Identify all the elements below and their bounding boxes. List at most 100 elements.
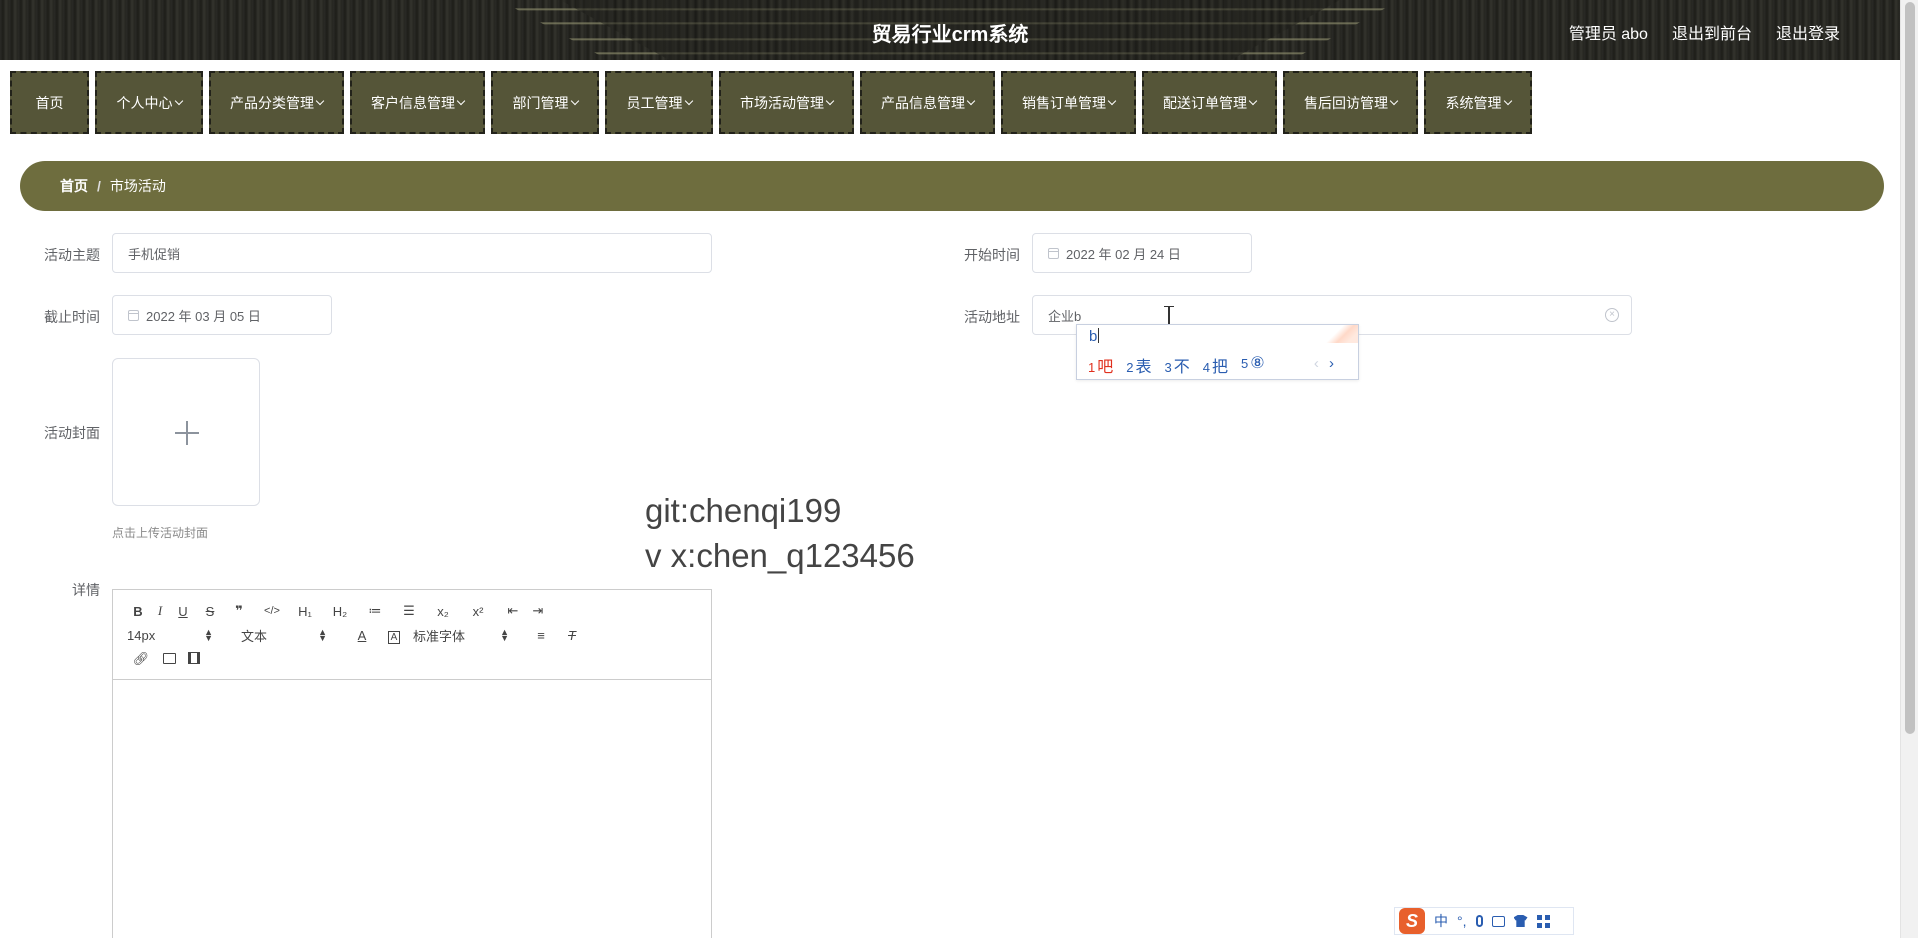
chevron-down-icon (1248, 96, 1258, 105)
select-arrows-icon: ▲ ▼ (318, 627, 327, 643)
editor-toolbar: B I U S ❞ </> H₁ H₂ ≔ ☰ x₂ x² ⇤ ⇥ 14px ▲… (113, 590, 711, 680)
user-area: 管理员 abo 退出到前台 退出登录 (1569, 20, 1840, 44)
page-scrollbar[interactable] (1900, 0, 1918, 938)
outdent-button[interactable]: ⇤ (499, 603, 527, 619)
scrollbar-thumb[interactable] (1905, 2, 1915, 734)
subject-label: 活动主题 (44, 247, 100, 263)
italic-button[interactable]: I (149, 603, 171, 619)
superscript-button[interactable]: x² (457, 604, 499, 619)
ime-prev-page-icon[interactable]: ‹ (1314, 355, 1319, 372)
breadcrumb-separator: / (97, 178, 101, 194)
menu-item-home[interactable]: 首页 (10, 71, 89, 134)
start-time-picker[interactable]: 2022 年 02 月 24 日 (1032, 233, 1252, 273)
end-time-label: 截止时间 (44, 309, 100, 325)
menu-item-sales-order[interactable]: 销售订单管理 (1001, 71, 1136, 134)
font-family-value: 标准字体 (413, 628, 466, 644)
ime-candidate[interactable]: 1吧 (1088, 353, 1113, 377)
calendar-icon (1048, 247, 1059, 259)
menu-item-employee[interactable]: 员工管理 (605, 71, 713, 134)
microphone-icon[interactable] (1475, 915, 1483, 927)
strike-button[interactable]: S (195, 604, 225, 619)
clear-format-icon[interactable]: T (561, 628, 583, 643)
menu-item-personal-center[interactable]: 个人中心 (95, 71, 203, 134)
breadcrumb-home[interactable]: 首页 (60, 176, 88, 196)
font-family-select[interactable]: 标准字体 ▲ ▼ (413, 626, 509, 645)
background-color-icon[interactable]: A (375, 627, 413, 644)
menu-item-after-sales[interactable]: 售后回访管理 (1283, 71, 1418, 134)
ime-candidate[interactable]: 4把 (1203, 353, 1228, 377)
menu-item-market-activity[interactable]: 市场活动管理 (719, 71, 854, 134)
watermark-line-2: v x:chen_q123456 (645, 537, 915, 574)
subscript-button[interactable]: x₂ (429, 604, 457, 619)
ime-candidate-text: 不 (1173, 359, 1190, 376)
top-header: 贸易行业crm系统 管理员 abo 退出到前台 退出登录 (0, 0, 1900, 60)
subject-input[interactable]: 手机促销 (112, 233, 712, 273)
menu-item-system[interactable]: 系统管理 (1424, 71, 1532, 134)
indent-button[interactable]: ⇥ (527, 603, 549, 619)
cover-uploader[interactable] (112, 358, 260, 506)
ime-skin-decoration (1322, 325, 1358, 343)
cover-label: 活动封面 (44, 425, 100, 441)
menu-item-label: 产品信息管理 (881, 94, 965, 111)
video-icon[interactable] (183, 651, 205, 667)
back-to-front-link[interactable]: 退出到前台 (1672, 20, 1752, 44)
ime-next-page-icon[interactable]: › (1329, 355, 1334, 372)
toolbar-row-3: 🔗︎ (127, 649, 205, 669)
menu-item-department[interactable]: 部门管理 (491, 71, 599, 134)
ime-candidate-text: 把 (1211, 359, 1228, 376)
toolbox-icon[interactable] (1536, 914, 1550, 928)
image-icon[interactable] (155, 652, 183, 667)
ime-candidate[interactable]: 5⑧ (1241, 353, 1265, 377)
plus-icon (175, 421, 199, 445)
sogou-logo-icon[interactable]: S (1399, 908, 1425, 934)
menu-item-label: 首页 (35, 94, 64, 111)
menu-item-customer-info[interactable]: 客户信息管理 (350, 71, 485, 134)
ordered-list-button[interactable]: ≔ (361, 603, 389, 619)
end-time-picker[interactable]: 2022 年 03 月 05 日 (112, 295, 332, 335)
admin-user-label[interactable]: 管理员 abo (1569, 20, 1648, 44)
menu-item-label: 销售订单管理 (1022, 94, 1106, 111)
blockquote-button[interactable]: ❞ (225, 603, 253, 619)
menu-item-delivery-order[interactable]: 配送订单管理 (1142, 71, 1277, 134)
link-icon[interactable]: 🔗︎ (127, 651, 155, 667)
clear-icon[interactable]: × (1605, 308, 1619, 322)
detail-label: 详情 (72, 582, 100, 598)
rich-text-editor: B I U S ❞ </> H₁ H₂ ≔ ☰ x₂ x² ⇤ ⇥ 14px ▲… (112, 589, 712, 938)
ime-candidate-list: 1吧 2表 3不 4把 5⑧ (1088, 353, 1265, 377)
header-select[interactable]: 文本 ▲ ▼ (241, 626, 327, 645)
menu-item-label: 产品分类管理 (230, 94, 314, 111)
select-arrows-icon: ▲ ▼ (500, 627, 509, 643)
bold-button[interactable]: B (127, 604, 149, 619)
font-color-icon[interactable]: A (349, 628, 375, 643)
header-select-value: 文本 (241, 628, 268, 644)
chevron-down-icon (825, 96, 835, 105)
ime-language-toggle[interactable]: 中 (1434, 911, 1448, 931)
bullet-list-button[interactable]: ☰ (389, 603, 429, 619)
chevron-down-icon (456, 96, 466, 105)
align-icon[interactable]: ≡ (521, 628, 561, 643)
header1-button[interactable]: H₁ (291, 604, 319, 619)
ime-candidate-number: 5 (1241, 356, 1249, 371)
font-size-value: 14px (127, 627, 156, 643)
code-block-button[interactable]: </> (253, 605, 291, 617)
logout-link[interactable]: 退出登录 (1776, 20, 1840, 44)
ime-candidate[interactable]: 2表 (1126, 353, 1151, 377)
keyboard-icon[interactable] (1491, 915, 1505, 927)
chevron-down-icon (315, 96, 325, 105)
skin-icon[interactable] (1513, 915, 1528, 927)
chevron-down-icon (570, 96, 579, 105)
menu-item-product-category[interactable]: 产品分类管理 (209, 71, 344, 134)
menu-item-label: 客户信息管理 (371, 94, 455, 111)
menu-item-label: 售后回访管理 (1304, 94, 1388, 111)
ime-candidate[interactable]: 3不 (1165, 353, 1190, 377)
header2-button[interactable]: H₂ (319, 604, 361, 619)
toolbar-row-2: 14px ▲ ▼ 文本 ▲ ▼ A A 标准字体 ▲ ▼ ≡ T (127, 625, 583, 645)
text-cursor-icon (1164, 306, 1174, 326)
ime-candidate-number: 1 (1088, 360, 1096, 375)
chevron-down-icon (966, 96, 976, 105)
menu-item-product-info[interactable]: 产品信息管理 (860, 71, 995, 134)
editor-content-area[interactable] (113, 680, 711, 938)
underline-button[interactable]: U (171, 604, 195, 619)
ime-punctuation-toggle[interactable]: °, (1457, 913, 1467, 929)
font-size-select[interactable]: 14px ▲ ▼ (127, 628, 213, 643)
